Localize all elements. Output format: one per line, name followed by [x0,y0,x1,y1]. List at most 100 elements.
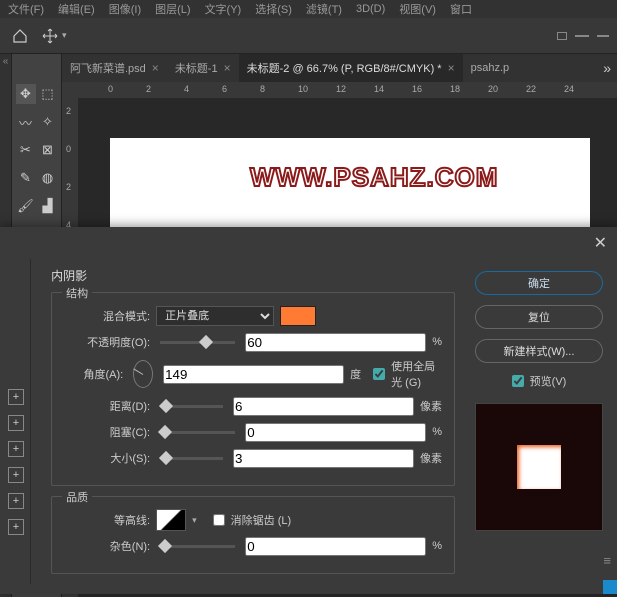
menu-filter[interactable]: 滤镜(T) [306,1,342,17]
unit-px: 像素 [420,398,442,414]
global-light-checkbox[interactable] [373,368,385,380]
window-controls [557,32,609,40]
move-tool[interactable]: ✥ [16,84,36,104]
tab-label: psahz.p [471,62,510,74]
group-label: 品质 [62,489,92,505]
tab-1[interactable]: 未标题-1 × [167,54,239,82]
angle-input[interactable] [163,365,344,384]
menu-file[interactable]: 文件(F) [8,1,44,17]
quality-group: 品质 等高线: ▾ 消除锯齿 (L) 杂色(N): % [51,496,455,574]
menu-select[interactable]: 选择(S) [255,1,292,17]
noise-input[interactable] [245,537,426,556]
close-icon[interactable]: × [448,61,455,75]
unit-percent: % [432,540,442,552]
opacity-input[interactable] [245,333,426,352]
add-effect-button[interactable]: + [8,415,24,431]
opacity-slider[interactable] [160,341,235,344]
menu-3d[interactable]: 3D(D) [356,3,385,15]
resize-grip[interactable] [603,580,617,594]
distance-input[interactable] [233,397,414,416]
add-effect-button[interactable]: + [8,519,24,535]
healing-tool[interactable]: ◍ [38,168,58,188]
blend-mode-label: 混合模式: [64,308,150,324]
unit-percent: % [432,426,442,438]
tabs-overflow[interactable]: » [597,60,617,76]
reset-button[interactable]: 复位 [475,305,603,329]
add-effect-button[interactable]: + [8,493,24,509]
dialog-close-button[interactable]: ✕ [594,233,607,253]
crop-tool[interactable]: ✂ [16,140,36,160]
choke-input[interactable] [245,423,426,442]
add-effect-button[interactable]: + [8,441,24,457]
stamp-tool[interactable]: ▟ [38,196,58,216]
watermark-text: WWW.PSAHZ.COM [250,162,498,193]
angle-label: 角度(A): [64,366,123,382]
tab-0[interactable]: 阿飞新菜谱.psd × [62,54,167,82]
ruler-origin[interactable] [62,82,78,98]
unit-px: 像素 [420,450,442,466]
size-input[interactable] [233,449,414,468]
preview-checkbox[interactable] [512,375,524,387]
group-label: 结构 [62,285,92,301]
antialias-checkbox[interactable] [213,514,225,526]
noise-label: 杂色(N): [64,538,150,554]
effect-list-add-column: + + + + + + [0,259,31,584]
add-effect-button[interactable]: + [8,467,24,483]
unit-percent: % [432,336,442,348]
menu-view[interactable]: 视图(V) [399,1,436,17]
window-restore-icon[interactable] [557,32,567,40]
chevron-down-icon: ▾ [62,30,67,41]
noise-slider[interactable] [160,545,235,548]
ruler-horizontal[interactable]: 0 2 4 6 8 10 12 14 16 18 20 22 24 [78,82,617,98]
size-label: 大小(S): [64,450,150,466]
brush-tool[interactable]: 🖌 [16,196,36,216]
ok-button[interactable]: 确定 [475,271,603,295]
lasso-tool[interactable]: 〰 [16,112,36,132]
document-tabs: 阿飞新菜谱.psd × 未标题-1 × 未标题-2 @ 66.7% (P, RGB/… [62,54,617,82]
effect-title: 内阴影 [51,267,455,284]
window-min-icon[interactable] [575,35,589,37]
menu-bar: 文件(F) 编辑(E) 图像(I) 图层(L) 文字(Y) 选择(S) 滤镜(T… [0,0,617,18]
contour-label: 等高线: [64,512,150,528]
angle-dial[interactable] [133,360,153,388]
effect-preview [475,403,603,531]
size-slider[interactable] [160,457,223,460]
magic-wand-tool[interactable]: ✧ [38,112,58,132]
marquee-tool[interactable]: ⬚ [38,84,58,104]
move-tool-options[interactable]: ▾ [42,28,67,44]
close-icon[interactable]: × [224,61,231,75]
distance-label: 距离(D): [64,398,150,414]
close-icon[interactable]: × [152,61,159,75]
antialias-label: 消除锯齿 (L) [231,512,292,528]
preview-swatch [517,445,561,489]
menu-layer[interactable]: 图层(L) [155,1,190,17]
tab-label: 未标题-1 [175,60,218,76]
blend-mode-select[interactable]: 正片叠底 [156,306,274,326]
contour-picker[interactable] [156,509,186,531]
frame-tool[interactable]: ⊠ [38,140,58,160]
choke-slider[interactable] [160,431,235,434]
tab-3[interactable]: psahz.p [463,54,518,82]
global-light-label: 使用全局光 (G) [391,358,442,390]
menu-type[interactable]: 文字(Y) [205,1,242,17]
tab-label: 阿飞新菜谱.psd [70,60,146,76]
tab-label: 未标题-2 @ 66.7% (P, RGB/8#/CMYK) * [247,60,442,76]
add-effect-button[interactable]: + [8,389,24,405]
home-button[interactable] [8,24,32,48]
window-max-icon[interactable] [597,35,609,37]
choke-label: 阻塞(C): [64,424,150,440]
opacity-label: 不透明度(O): [64,334,150,350]
menu-edit[interactable]: 编辑(E) [58,1,95,17]
new-style-button[interactable]: 新建样式(W)... [475,339,603,363]
options-bar: ▾ [0,18,617,54]
menu-window[interactable]: 窗口 [450,1,472,17]
menu-image[interactable]: 图像(I) [109,1,141,17]
layer-style-dialog: ✕ + + + + + + 内阴影 结构 混合模式: 正片叠底 [0,227,617,594]
unit-degree: 度 [350,366,361,382]
eyedropper-tool[interactable]: ✎ [16,168,36,188]
chevron-down-icon[interactable]: ▾ [192,515,197,526]
tab-2[interactable]: 未标题-2 @ 66.7% (P, RGB/8#/CMYK) * × [239,54,463,82]
panel-menu-icon[interactable]: ≡ [603,553,611,568]
shadow-color-swatch[interactable] [280,306,316,326]
distance-slider[interactable] [160,405,223,408]
